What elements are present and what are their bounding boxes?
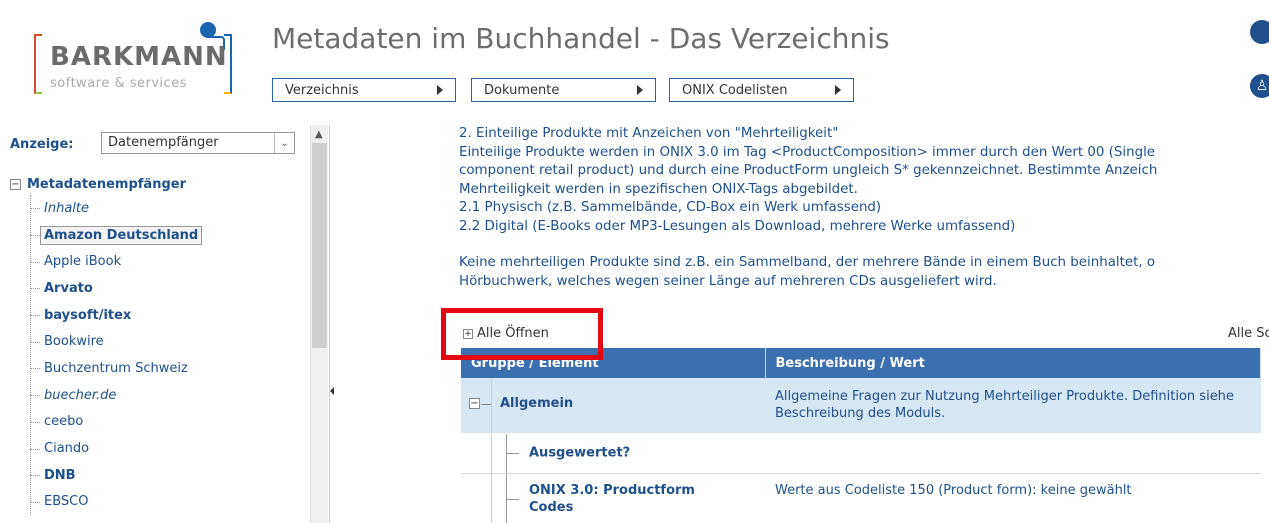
tree-item[interactable]: Amazon Deutschland — [30, 222, 300, 249]
triangle-right-icon — [637, 85, 643, 95]
tree-item[interactable]: Apple iBook — [30, 248, 300, 275]
tree-item-label: Apple iBook — [44, 254, 122, 270]
header: BARKMANN software & services Metadaten i… — [0, 0, 1269, 115]
content-line: Keine mehrteiligen Produkte sind z.B. ei… — [459, 255, 1156, 270]
collapse-icon[interactable]: − — [469, 398, 480, 409]
group-label: Allgemein — [500, 396, 574, 411]
content-line: 2.1 Physisch (z.B. Sammelbände, CD-Box e… — [459, 200, 882, 215]
nav-label: Dokumente — [484, 82, 560, 98]
element-cell: Ausgewertet? — [461, 433, 765, 474]
table-row[interactable]: ONIX 3.0: Productform Codes Werte aus Co… — [461, 473, 1261, 523]
content-line: Hörbuchwerk, welches wegen seiner Länge … — [459, 273, 997, 289]
tree-item[interactable]: baysoft/itex — [30, 302, 300, 329]
content-text: 2. Einteilige Produkte mit Anzeichen von… — [459, 125, 1269, 291]
tree-item-label: Inhalte — [44, 200, 89, 216]
anzeige-label: Anzeige: — [10, 137, 74, 152]
tree-line — [491, 473, 492, 523]
barkmann-logo[interactable]: BARKMANN software & services — [34, 22, 234, 98]
tree-item[interactable]: Bookwire — [30, 328, 300, 355]
pane-splitter[interactable] — [329, 125, 335, 523]
tree-item-label: EBSCO — [44, 494, 89, 510]
close-all-button[interactable]: Alle Sc — [1228, 326, 1269, 341]
tree: − Metadatenempfänger Inhalte Amazon Deut… — [10, 173, 300, 516]
tree-item-label: Bookwire — [44, 334, 104, 350]
tree-item-label: Arvato — [44, 280, 93, 296]
triangle-right-icon — [437, 85, 443, 95]
collapse-icon[interactable]: − — [10, 178, 21, 190]
element-value — [765, 433, 1261, 474]
accessibility-icon[interactable]: ♙ — [1250, 74, 1269, 98]
tree-item[interactable]: Inhalte — [30, 195, 300, 222]
nav-label: ONIX Codelisten — [682, 82, 788, 98]
expand-controls: + Alle Öffnen Alle Sc — [441, 308, 1269, 360]
tree-connector — [506, 433, 522, 473]
content-line: Mehrteiligkeit werden in spezifischen ON… — [459, 181, 858, 197]
scroll-up-icon[interactable]: ▲ — [315, 129, 323, 140]
element-label: ONIX 3.0: Productform Codes — [529, 483, 695, 515]
scrollbar-thumb[interactable] — [312, 143, 327, 348]
content-line: Einteilige Produkte werden in ONIX 3.0 i… — [459, 144, 1156, 160]
column-header-group[interactable]: Gruppe / Element — [461, 348, 766, 378]
column-header-description[interactable]: Beschreibung / Wert — [765, 348, 1261, 378]
module-table: Gruppe / Element Beschreibung / Wert − A… — [461, 348, 1261, 523]
element-cell: ONIX 3.0: Productform Codes — [461, 473, 765, 523]
nav-label: Verzeichnis — [285, 82, 359, 98]
module-table-wrap: + Alle Öffnen Alle Sc Gruppe / Element B… — [441, 308, 1269, 523]
table-group-row[interactable]: − Allgemein Allgemeine Fragen zur Nutzun… — [461, 378, 1261, 434]
tree-item-label: DNB — [44, 467, 76, 483]
tree-item[interactable]: EBSCO — [30, 489, 300, 516]
tree-line — [491, 378, 492, 433]
open-all-button[interactable]: + Alle Öffnen — [463, 326, 549, 341]
chevron-down-icon[interactable]: ⌄ — [274, 133, 294, 153]
anzeige-select-value: Datenempfänger — [108, 135, 219, 150]
table-row[interactable]: Ausgewertet? — [461, 433, 1261, 474]
content-line: 2. Einteilige Produkte mit Anzeichen von… — [459, 126, 839, 141]
tree-item-label: Ciando — [44, 441, 90, 457]
tree-connector — [481, 404, 491, 405]
tree-list: Inhalte Amazon Deutschland Apple iBook A… — [30, 195, 300, 516]
element-label: Ausgewertet? — [529, 445, 631, 461]
anzeige-filter: Anzeige: Datenempfänger ⌄ — [10, 132, 295, 154]
tree-connector — [506, 473, 522, 523]
group-cell: − Allgemein — [461, 378, 765, 434]
tree-item[interactable]: buecher.de — [30, 382, 300, 409]
tree-item[interactable]: Arvato — [30, 275, 300, 302]
element-value: Werte aus Codeliste 150 (Product form): … — [765, 473, 1261, 523]
tree-item-label: baysoft/itex — [44, 307, 132, 323]
tree-line — [491, 433, 492, 473]
tree-root[interactable]: − Metadatenempfänger — [10, 173, 300, 195]
logo-subtitle: software & services — [50, 76, 188, 91]
tree-item[interactable]: Ciando — [30, 435, 300, 462]
triangle-right-icon — [835, 85, 841, 95]
sidebar-scrollbar[interactable]: ▲ — [310, 125, 328, 523]
content-line: 2.2 Digital (E-Books oder MP3-Lesungen a… — [459, 218, 1016, 234]
logo-text: BARKMANN — [50, 42, 228, 72]
tree-item-label: buecher.de — [44, 387, 117, 403]
nav-onix-codelisten[interactable]: ONIX Codelisten — [669, 78, 854, 102]
group-description: Allgemeine Fragen zur Nutzung Mehrteilig… — [765, 378, 1261, 434]
sidebar: Anzeige: Datenempfänger ⌄ − Metadatenemp… — [0, 125, 330, 523]
tree-item[interactable]: Buchzentrum Schweiz — [30, 355, 300, 382]
logo-bracket-left — [34, 34, 42, 94]
tree-item[interactable]: DNB — [30, 462, 300, 489]
content-line: component retail product) und durch eine… — [459, 163, 1158, 178]
user-icon[interactable] — [1250, 20, 1269, 44]
tree-item[interactable]: ceebo — [30, 409, 300, 436]
tree-item-label: Buchzentrum Schweiz — [44, 360, 188, 376]
tree-root-label: Metadatenempfänger — [27, 176, 186, 192]
anzeige-select[interactable]: Datenempfänger ⌄ — [101, 132, 295, 154]
open-all-label: Alle Öffnen — [477, 326, 549, 341]
expand-icon: + — [463, 328, 473, 339]
collapse-left-icon[interactable] — [330, 387, 334, 395]
tree-item-label: Amazon Deutschland — [40, 225, 203, 245]
page-title: Metadaten im Buchhandel - Das Verzeichni… — [272, 22, 890, 55]
nav-dokumente[interactable]: Dokumente — [471, 78, 656, 102]
nav-verzeichnis[interactable]: Verzeichnis — [272, 78, 456, 102]
tree-item-label: ceebo — [44, 414, 84, 430]
